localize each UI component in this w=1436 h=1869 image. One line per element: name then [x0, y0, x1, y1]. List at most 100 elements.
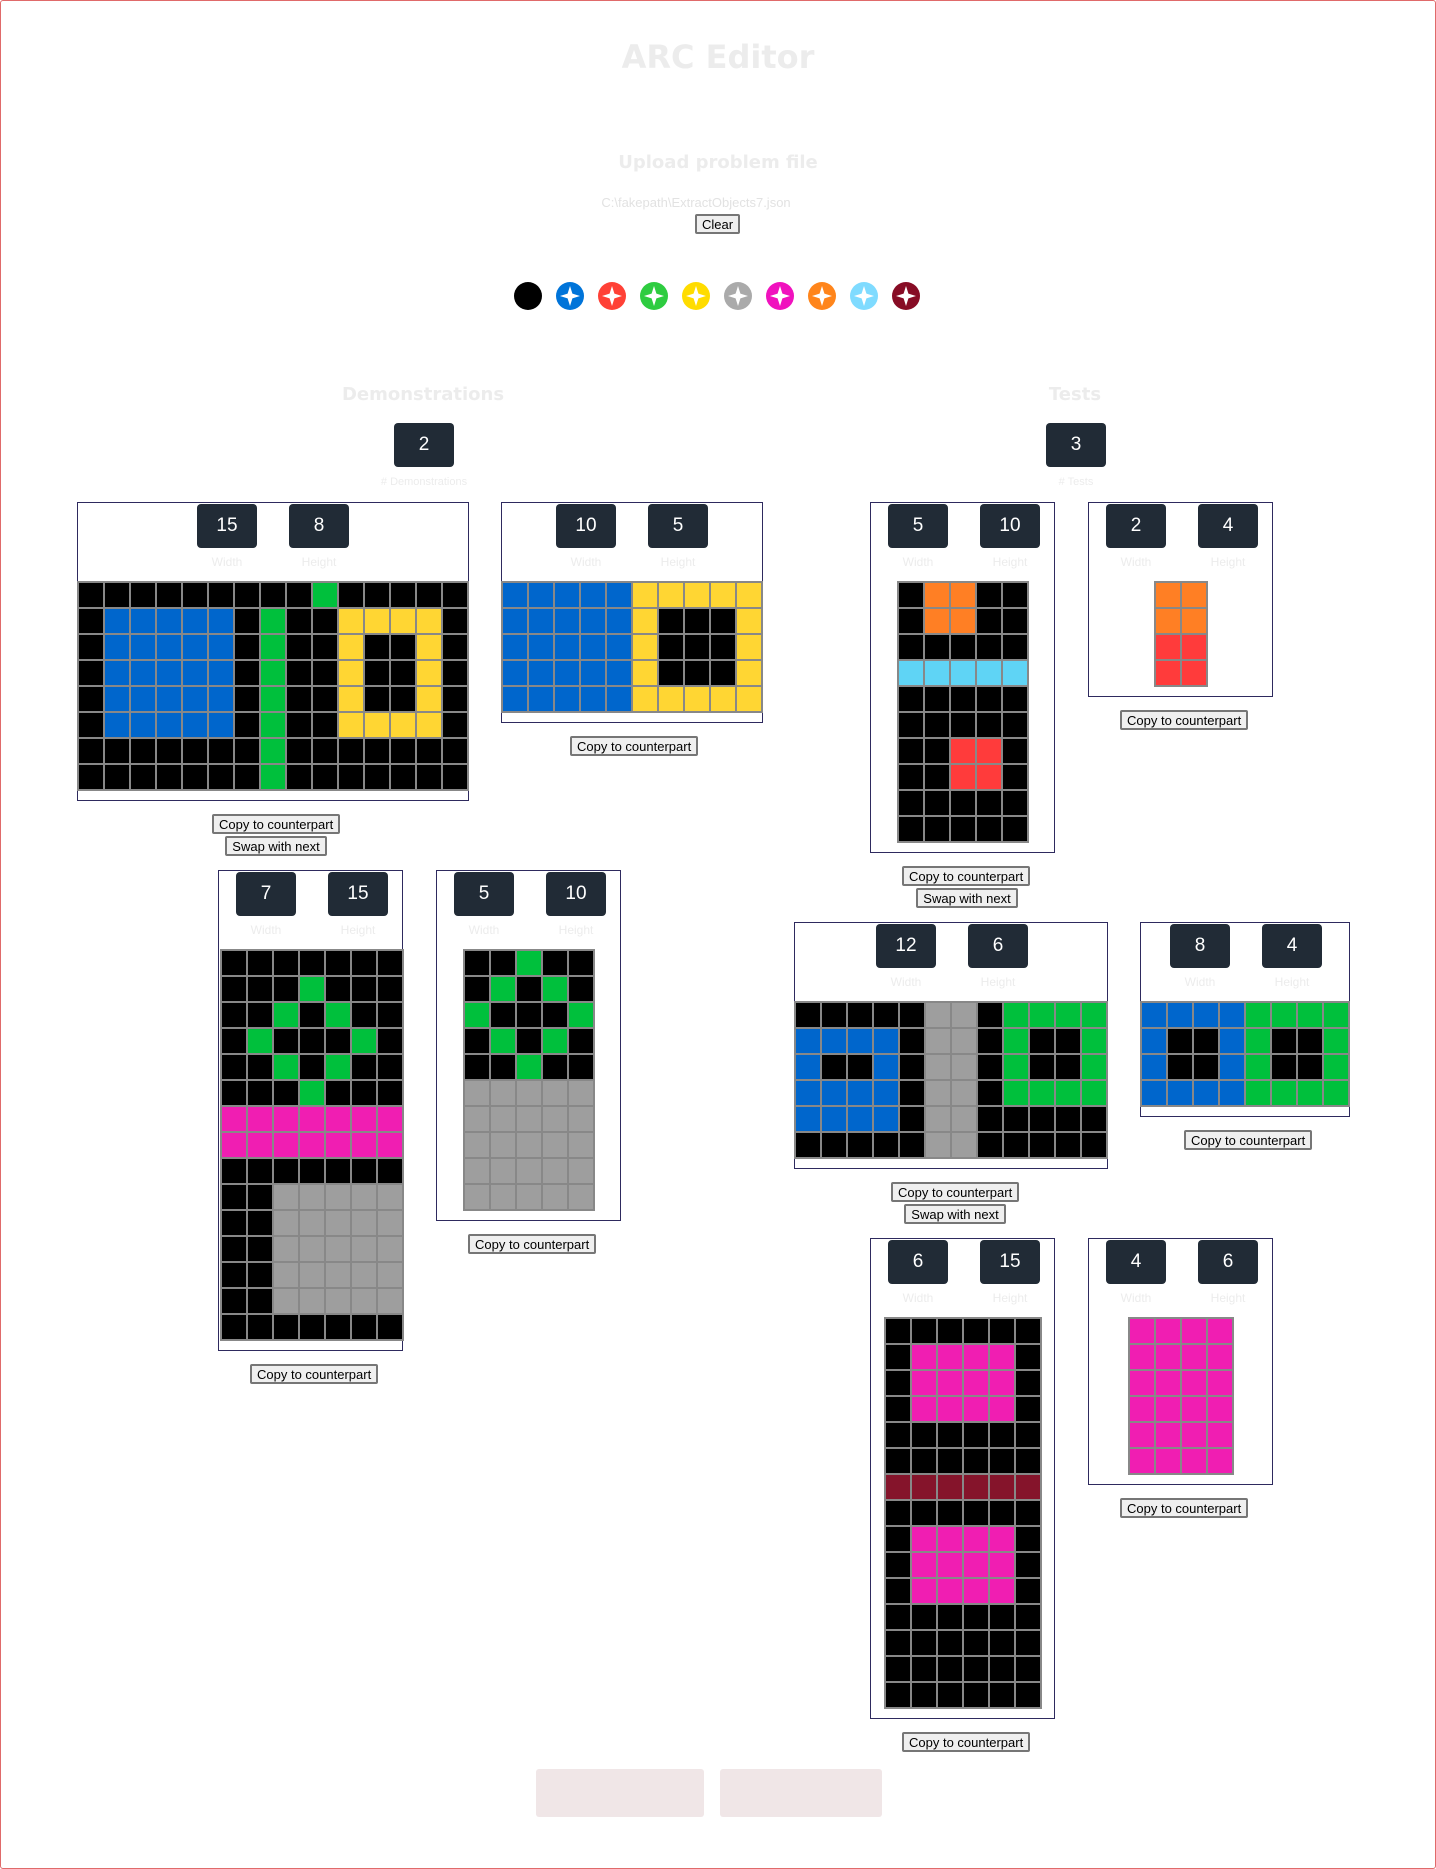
- grid-cell[interactable]: [517, 1107, 541, 1131]
- grid-cell[interactable]: [274, 1029, 298, 1053]
- grid-cell[interactable]: [874, 1003, 898, 1027]
- grid-cell[interactable]: [796, 1029, 820, 1053]
- grid-cell[interactable]: [1246, 1029, 1270, 1053]
- grid-cell[interactable]: [491, 977, 515, 1001]
- grid-cell[interactable]: [822, 1081, 846, 1105]
- grid-cell[interactable]: [977, 583, 1001, 607]
- grid-cell[interactable]: [1016, 1605, 1040, 1629]
- grid-cell[interactable]: [1194, 1081, 1218, 1105]
- grid-cell[interactable]: [886, 1475, 910, 1499]
- grid-cell[interactable]: [1298, 1029, 1322, 1053]
- copy-to-counterpart-button[interactable]: Copy to counterpart: [1120, 1498, 1248, 1518]
- grid-cell[interactable]: [569, 951, 593, 975]
- grid-cell[interactable]: [131, 609, 155, 633]
- grid-cell[interactable]: [569, 1055, 593, 1079]
- height-input[interactable]: 4: [1262, 924, 1322, 968]
- grid-cell[interactable]: [964, 1553, 988, 1577]
- grid-cell[interactable]: [912, 1423, 936, 1447]
- grid-cell[interactable]: [925, 817, 949, 841]
- grid-cell[interactable]: [1156, 1371, 1180, 1395]
- grid-cell[interactable]: [978, 1081, 1002, 1105]
- grid-cell[interactable]: [1182, 609, 1206, 633]
- grid-cell[interactable]: [1220, 1055, 1244, 1079]
- grid-cell[interactable]: [952, 1133, 976, 1157]
- grid-cell[interactable]: [1156, 1397, 1180, 1421]
- grid-cell[interactable]: [990, 1501, 1014, 1525]
- grid-cell[interactable]: [1082, 1081, 1106, 1105]
- grid-cell[interactable]: [977, 739, 1001, 763]
- grid-cell[interactable]: [543, 1055, 567, 1079]
- grid-cell[interactable]: [222, 1263, 246, 1287]
- grid-cell[interactable]: [157, 661, 181, 685]
- grid-cell[interactable]: [222, 1315, 246, 1339]
- grid-cell[interactable]: [517, 1133, 541, 1157]
- grid-cell[interactable]: [1298, 1055, 1322, 1079]
- grid-cell[interactable]: [900, 1107, 924, 1131]
- grid-cell[interactable]: [899, 583, 923, 607]
- grid-cell[interactable]: [1168, 1081, 1192, 1105]
- grid-cell[interactable]: [543, 1003, 567, 1027]
- grid-cell[interactable]: [1156, 1345, 1180, 1369]
- grid-cell[interactable]: [326, 1263, 350, 1287]
- grid-cell[interactable]: [443, 687, 467, 711]
- grid-cell[interactable]: [352, 1315, 376, 1339]
- grid-cell[interactable]: [926, 1055, 950, 1079]
- grid-cell[interactable]: [365, 713, 389, 737]
- grid-cell[interactable]: [659, 661, 683, 685]
- grid-cell[interactable]: [417, 687, 441, 711]
- grid-cell[interactable]: [1004, 1107, 1028, 1131]
- color-swatch[interactable]: [850, 282, 878, 310]
- grid-cell[interactable]: [339, 609, 363, 633]
- grid-cell[interactable]: [365, 739, 389, 763]
- grid-cell[interactable]: [1004, 1133, 1028, 1157]
- grid-cell[interactable]: [248, 1159, 272, 1183]
- grid-cell[interactable]: [517, 1081, 541, 1105]
- grid-cell[interactable]: [1130, 1397, 1154, 1421]
- grid-cell[interactable]: [951, 609, 975, 633]
- grid-cell[interactable]: [529, 661, 553, 685]
- grid-cell[interactable]: [925, 609, 949, 633]
- grid-cell[interactable]: [209, 739, 233, 763]
- grid-cell[interactable]: [378, 1237, 402, 1261]
- grid-cell[interactable]: [378, 1211, 402, 1235]
- demo-1-input-grid[interactable]: [77, 581, 469, 791]
- grid-cell[interactable]: [951, 817, 975, 841]
- grid-cell[interactable]: [326, 1081, 350, 1105]
- grid-cell[interactable]: [503, 635, 527, 659]
- grid-cell[interactable]: [339, 661, 363, 685]
- grid-cell[interactable]: [79, 739, 103, 763]
- grid-cell[interactable]: [378, 1029, 402, 1053]
- grid-cell[interactable]: [248, 1081, 272, 1105]
- grid-cell[interactable]: [131, 739, 155, 763]
- grid-cell[interactable]: [365, 661, 389, 685]
- grid-cell[interactable]: [248, 1315, 272, 1339]
- grid-cell[interactable]: [300, 1107, 324, 1131]
- grid-cell[interactable]: [222, 977, 246, 1001]
- grid-cell[interactable]: [503, 583, 527, 607]
- grid-cell[interactable]: [378, 1003, 402, 1027]
- height-input[interactable]: 15: [980, 1240, 1040, 1284]
- grid-cell[interactable]: [1182, 1371, 1206, 1395]
- grid-cell[interactable]: [222, 1029, 246, 1053]
- grid-cell[interactable]: [79, 765, 103, 789]
- grid-cell[interactable]: [352, 1263, 376, 1287]
- grid-cell[interactable]: [274, 1081, 298, 1105]
- grid-cell[interactable]: [978, 1055, 1002, 1079]
- grid-cell[interactable]: [874, 1133, 898, 1157]
- grid-cell[interactable]: [105, 609, 129, 633]
- grid-cell[interactable]: [300, 951, 324, 975]
- height-input[interactable]: 6: [968, 924, 1028, 968]
- height-input[interactable]: 8: [289, 504, 349, 548]
- grid-cell[interactable]: [443, 661, 467, 685]
- grid-cell[interactable]: [1324, 1081, 1348, 1105]
- test-2-input-grid[interactable]: [794, 1001, 1108, 1159]
- color-swatch[interactable]: [892, 282, 920, 310]
- grid-cell[interactable]: [543, 1159, 567, 1183]
- grid-cell[interactable]: [990, 1475, 1014, 1499]
- grid-cell[interactable]: [938, 1345, 962, 1369]
- grid-cell[interactable]: [183, 739, 207, 763]
- grid-cell[interactable]: [157, 583, 181, 607]
- grid-cell[interactable]: [209, 609, 233, 633]
- grid-cell[interactable]: [581, 609, 605, 633]
- grid-cell[interactable]: [105, 765, 129, 789]
